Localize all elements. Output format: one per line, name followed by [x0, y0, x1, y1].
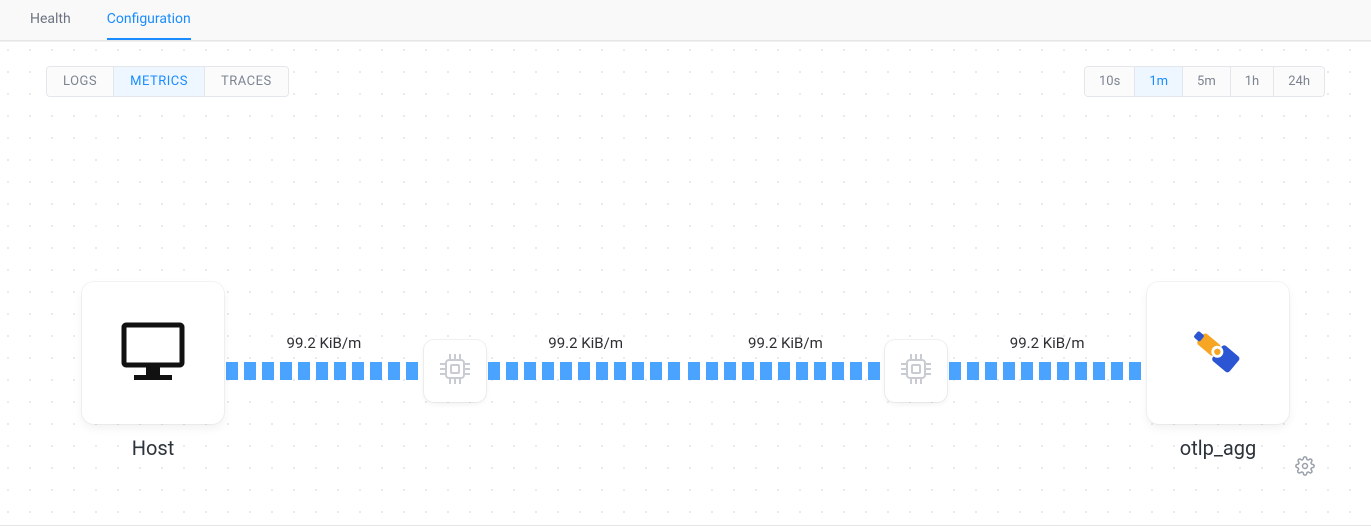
gear-icon: [1295, 464, 1315, 480]
settings-button[interactable]: [1295, 456, 1315, 480]
tab-configuration[interactable]: Configuration: [107, 0, 191, 40]
flow-rate-2: 99.2 KiB/m: [748, 334, 823, 352]
time-10s[interactable]: 10s: [1085, 67, 1134, 96]
chip-icon: [437, 351, 473, 391]
flow-seg-0: 99.2 KiB/m: [224, 362, 424, 380]
source-label: Host: [82, 436, 224, 460]
pipeline-canvas: LOGS METRICS TRACES 10s 1m 5m 1h 24h: [0, 41, 1371, 526]
monitor-icon: [118, 319, 188, 387]
telescope-icon: [1182, 315, 1254, 391]
flow-rate-1: 99.2 KiB/m: [548, 334, 623, 352]
flow-seg-2: 99.2 KiB/m: [686, 362, 886, 380]
pipeline-row: Host 99.2 KiB/m 99.2 KiB/m: [82, 282, 1289, 460]
flow-rate-3: 99.2 KiB/m: [1010, 334, 1085, 352]
signal-type-selector: LOGS METRICS TRACES: [46, 66, 289, 97]
chip-icon: [898, 351, 934, 391]
processor-node-1[interactable]: [885, 340, 947, 402]
top-tabs: Health Configuration: [0, 0, 1371, 41]
tab-health[interactable]: Health: [30, 0, 71, 40]
signal-metrics[interactable]: METRICS: [113, 67, 204, 96]
time-5m[interactable]: 5m: [1182, 67, 1230, 96]
signal-logs[interactable]: LOGS: [47, 67, 113, 96]
destination-label: otlp_agg: [1147, 436, 1289, 460]
time-range-selector: 10s 1m 5m 1h 24h: [1084, 66, 1325, 97]
flow-rate-0: 99.2 KiB/m: [287, 334, 362, 352]
flow-seg-3: 99.2 KiB/m: [947, 362, 1147, 380]
signal-traces[interactable]: TRACES: [204, 67, 288, 96]
time-1h[interactable]: 1h: [1230, 67, 1273, 96]
flow-seg-1: 99.2 KiB/m: [486, 362, 686, 380]
source-node[interactable]: Host: [82, 282, 224, 460]
destination-node[interactable]: otlp_agg: [1147, 282, 1289, 460]
toolbar-row: LOGS METRICS TRACES 10s 1m 5m 1h 24h: [46, 66, 1325, 97]
time-24h[interactable]: 24h: [1273, 67, 1324, 96]
processor-node-0[interactable]: [424, 340, 486, 402]
time-1m[interactable]: 1m: [1134, 67, 1182, 96]
